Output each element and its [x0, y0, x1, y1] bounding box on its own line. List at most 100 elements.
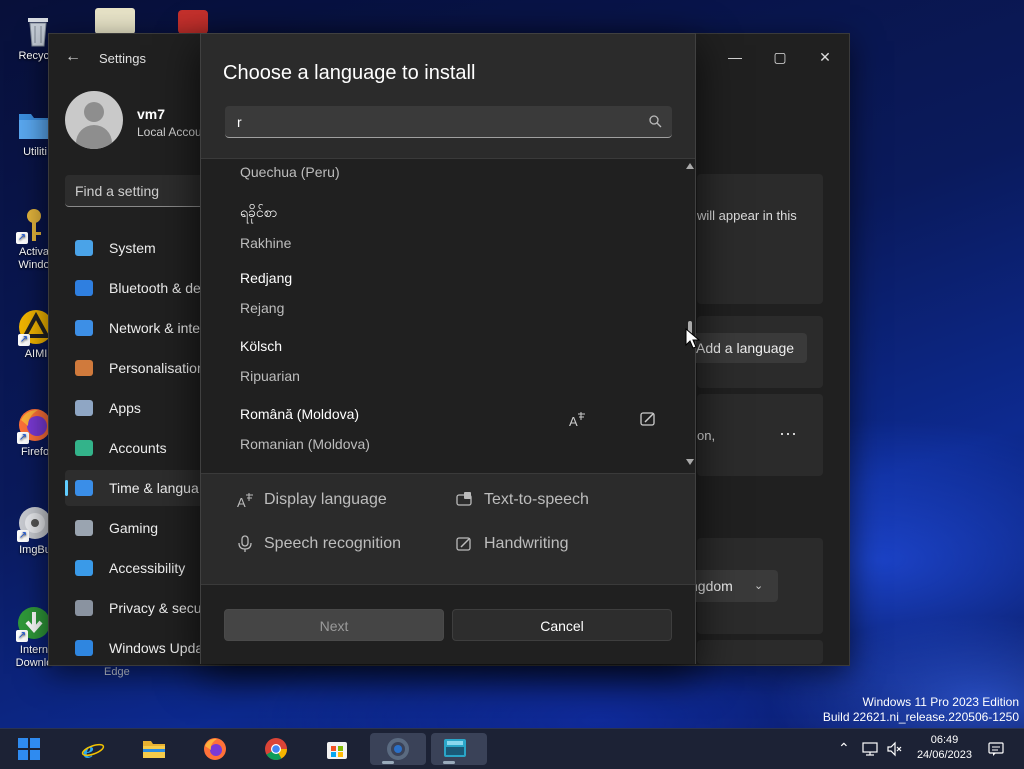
- language-info-panel: [697, 174, 823, 304]
- display-language-feature-icon: A: [569, 412, 585, 429]
- notification-center-icon[interactable]: [988, 741, 1004, 757]
- language-info-text: will appear in this: [697, 208, 797, 223]
- settings-title: Settings: [99, 51, 146, 66]
- update-icon: [75, 640, 93, 656]
- add-language-button[interactable]: Add a language: [690, 333, 807, 363]
- handwriting-icon: [456, 537, 471, 551]
- desktop-icon-label: AIMI: [24, 348, 48, 360]
- dialog-footer: Next Cancel: [201, 584, 695, 664]
- scroll-down-arrow-icon[interactable]: [686, 459, 694, 465]
- sidebar-item-label: Accounts: [109, 440, 167, 456]
- region-select[interactable]: ngdom ⌄: [688, 570, 778, 602]
- sidebar-item-label: System: [109, 240, 156, 256]
- network-icon[interactable]: [862, 741, 878, 757]
- language-item-english[interactable]: Ripuarian: [240, 368, 300, 384]
- taskbar-chrome[interactable]: [258, 733, 294, 765]
- taskbar-clock[interactable]: 06:49 24/06/2023: [917, 733, 972, 763]
- taskbar-file-explorer[interactable]: [136, 733, 172, 765]
- back-arrow-icon[interactable]: ←: [65, 48, 81, 66]
- legend-display-language: Display language: [264, 491, 387, 508]
- desktop-icon-remover[interactable]: [178, 10, 208, 34]
- settings-app-icon: [387, 738, 409, 760]
- svg-text:A: A: [569, 414, 578, 429]
- language-search-input[interactable]: [235, 106, 639, 138]
- bluetooth-icon: [75, 280, 93, 296]
- gamepad-icon: [75, 520, 93, 536]
- language-item-english[interactable]: Romanian (Moldova): [240, 436, 370, 452]
- language-item-english[interactable]: Rejang: [240, 300, 284, 316]
- taskbar-microsoft-store[interactable]: [319, 733, 355, 765]
- choose-language-dialog: Choose a language to install Quechua (Pe…: [200, 33, 696, 664]
- start-button[interactable]: [11, 733, 47, 765]
- language-search-box[interactable]: [225, 106, 672, 138]
- cancel-button[interactable]: Cancel: [452, 609, 672, 641]
- shield-icon: [75, 600, 93, 616]
- shortcut-arrow-icon: ↗: [17, 530, 29, 542]
- taskbar-internet-explorer[interactable]: e: [75, 733, 111, 765]
- language-list[interactable]: Quechua (Peru) ရခိုင်စာ Rakhine Redjang …: [201, 158, 695, 474]
- globe-clock-icon: [75, 480, 93, 496]
- sidebar-item-label: Personalisation: [109, 360, 205, 376]
- sidebar-item-label: Bluetooth & de: [109, 280, 201, 296]
- taskbar-firefox[interactable]: [197, 733, 233, 765]
- language-item-native[interactable]: ရခိုင်စာ: [240, 203, 277, 224]
- search-icon: [649, 115, 662, 128]
- brush-icon: [75, 360, 93, 376]
- chevron-up-icon[interactable]: ⌃: [838, 740, 850, 757]
- microphone-icon: [238, 535, 252, 552]
- microsoft-store-icon: [327, 742, 347, 759]
- apps-icon: [75, 400, 93, 416]
- next-button[interactable]: Next: [224, 609, 444, 641]
- monitor-icon: [75, 240, 93, 256]
- sidebar-item-label: Apps: [109, 400, 141, 416]
- person-icon: [75, 440, 93, 456]
- file-explorer-icon: [143, 741, 165, 758]
- language-card-panel: [697, 394, 823, 476]
- wifi-icon: [75, 320, 93, 336]
- avatar-body: [76, 125, 112, 149]
- volume-muted-icon[interactable]: [886, 741, 902, 757]
- language-item-english[interactable]: Rakhine: [240, 235, 291, 251]
- windows-build-watermark: Build 22621.ni_release.220506-1250: [822, 710, 1019, 724]
- taskbar: e ⌃ 06:49 24/06/2023: [0, 728, 1024, 769]
- language-item-native[interactable]: Kölsch: [240, 338, 282, 354]
- taskbar-on-screen-keyboard[interactable]: [431, 733, 487, 765]
- accessibility-icon: [75, 560, 93, 576]
- desktop-icon-label: ImgBu: [19, 544, 51, 556]
- region-select-value: ngdom: [690, 578, 733, 594]
- on-screen-keyboard-icon: [444, 739, 466, 757]
- sidebar-item-label: Windows Upda: [109, 640, 204, 656]
- bottom-panel: [697, 640, 823, 664]
- language-item-native[interactable]: Redjang: [240, 270, 292, 286]
- legend-speech-recognition: Speech recognition: [264, 535, 401, 552]
- maximize-button[interactable]: ▢: [760, 42, 800, 72]
- shortcut-arrow-icon: ↗: [18, 334, 30, 346]
- clock-time: 06:49: [930, 734, 959, 746]
- more-options-icon[interactable]: ⋯: [779, 424, 797, 445]
- start-icon: [18, 738, 40, 760]
- text-to-speech-icon: [456, 492, 472, 506]
- sidebar-item-label: Gaming: [109, 520, 159, 536]
- dialog-title: Choose a language to install: [223, 62, 476, 84]
- list-scrollbar[interactable]: [685, 159, 695, 473]
- sidebar-item-label: Accessibility: [109, 560, 186, 576]
- display-language-icon: A: [237, 493, 253, 510]
- language-item-native[interactable]: Română (Moldova): [240, 406, 359, 422]
- desktop-icon-notepad[interactable]: [95, 8, 135, 34]
- internet-explorer-icon: e: [81, 738, 105, 761]
- shortcut-arrow-icon: ↗: [16, 232, 28, 244]
- sidebar-item-label: Time & langua: [109, 480, 199, 496]
- shortcut-arrow-icon: ↗: [16, 630, 28, 642]
- desktop-icon-label-edge[interactable]: Edge: [104, 666, 130, 678]
- minimize-button[interactable]: —: [715, 42, 755, 72]
- shortcut-arrow-icon: ↗: [17, 432, 29, 444]
- clock-date: 24/06/2023: [916, 749, 972, 761]
- scroll-up-arrow-icon[interactable]: [686, 163, 694, 169]
- avatar-head: [84, 102, 104, 122]
- avatar[interactable]: [65, 91, 123, 149]
- close-button[interactable]: ✕: [805, 42, 845, 72]
- language-item-english[interactable]: Quechua (Peru): [240, 164, 340, 180]
- handwriting-feature-icon: [640, 412, 655, 426]
- taskbar-settings[interactable]: [370, 733, 426, 765]
- desktop-icon-label: Firefo: [20, 446, 50, 458]
